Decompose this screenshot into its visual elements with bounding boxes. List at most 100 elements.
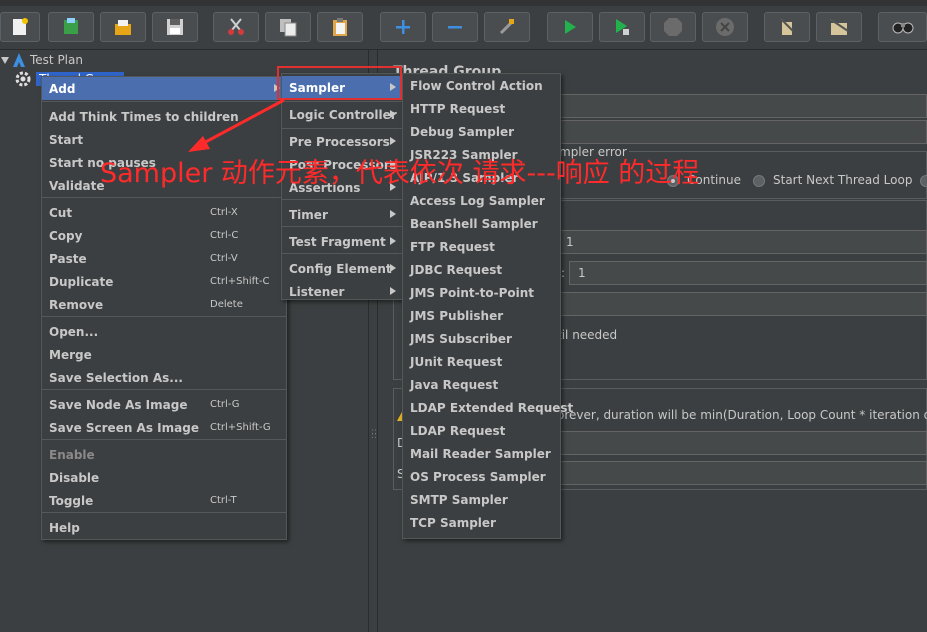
add-menu-item-listener[interactable]: Listener — [282, 280, 402, 303]
sampler-item-mail-reader-sampler[interactable]: Mail Reader Sampler — [403, 442, 560, 465]
menu-item-shortcut: Ctrl+Shift-C — [210, 276, 270, 287]
sampler-item-access-log-sampler[interactable]: Access Log Sampler — [403, 189, 560, 212]
menu-item-duplicate[interactable]: Duplicate Ctrl+Shift-C — [42, 270, 286, 293]
menu-item-label: JMS Publisher — [410, 308, 504, 323]
menu-item-label: Debug Sampler — [410, 124, 515, 139]
menu-separator — [42, 512, 286, 513]
sampler-item-debug-sampler[interactable]: Debug Sampler — [403, 120, 560, 143]
menu-item-shortcut: Delete — [210, 299, 243, 310]
toolbar-top-strip — [0, 0, 927, 6]
cut-icon[interactable] — [213, 12, 259, 42]
sampler-item-flow-control-action[interactable]: Flow Control Action — [403, 74, 560, 97]
add-menu-item-timer[interactable]: Timer — [282, 203, 402, 226]
splitter-grip-icon[interactable]: :::: — [371, 428, 377, 442]
sampler-item-jms-subscriber[interactable]: JMS Subscriber — [403, 327, 560, 350]
tree-node-test-plan[interactable]: Test Plan — [0, 51, 83, 69]
submenu-arrow-icon — [390, 110, 396, 118]
sampler-item-jms-point-to-point[interactable]: JMS Point-to-Point — [403, 281, 560, 304]
menu-item-copy[interactable]: Copy Ctrl-C — [42, 224, 286, 247]
sampler-item-tcp-sampler[interactable]: TCP Sampler — [403, 511, 560, 534]
add-menu-item-test-fragment[interactable]: Test Fragment — [282, 230, 402, 253]
menu-item-label: Listener — [289, 284, 345, 299]
menu-item-add-think-times-to-children[interactable]: Add Think Times to children — [42, 105, 286, 128]
menu-item-start[interactable]: Start — [42, 128, 286, 151]
start-icon[interactable] — [547, 12, 593, 42]
add-menu-item-pre-processors[interactable]: Pre Processors — [282, 130, 402, 153]
menu-item-shortcut: Ctrl-T — [210, 495, 237, 506]
menu-item-save-selection-as[interactable]: Save Selection As... — [42, 366, 286, 389]
menu-separator — [282, 253, 402, 254]
clear-all-icon[interactable] — [816, 12, 862, 42]
clear-icon[interactable] — [764, 12, 810, 42]
menu-separator — [42, 316, 286, 317]
sampler-item-ftp-request[interactable]: FTP Request — [403, 235, 560, 258]
duration-field[interactable] — [557, 431, 927, 455]
menu-item-label: FTP Request — [410, 239, 495, 254]
duration-note: orever, duration will be min(Duration, L… — [557, 408, 927, 422]
menu-item-shortcut: Ctrl-G — [210, 399, 240, 410]
copy-icon[interactable] — [265, 12, 311, 42]
start-next-loop-radio[interactable]: Start Next Thread Loop — [753, 173, 912, 187]
sampler-item-jms-publisher[interactable]: JMS Publisher — [403, 304, 560, 327]
menu-item-disable[interactable]: Disable — [42, 466, 286, 489]
menu-separator — [42, 197, 286, 198]
menu-item-toggle[interactable]: Toggle Ctrl-T — [42, 489, 286, 512]
sampler-item-smtp-sampler[interactable]: SMTP Sampler — [403, 488, 560, 511]
radio-icon[interactable] — [920, 174, 927, 187]
start-no-pauses-icon[interactable] — [599, 12, 645, 42]
menu-item-label: TCP Sampler — [410, 515, 496, 530]
menu-item-label: Timer — [289, 207, 328, 222]
startup-delay-field[interactable] — [557, 461, 927, 485]
next-radio[interactable] — [920, 173, 927, 187]
menu-item-save-node-as-image[interactable]: Save Node As Image Ctrl-G — [42, 393, 286, 416]
sampler-item-java-request[interactable]: Java Request — [403, 373, 560, 396]
sampler-item-ldap-extended-request[interactable]: LDAP Extended Request — [403, 396, 573, 419]
stop-icon[interactable] — [650, 12, 696, 42]
sampler-item-ldap-request[interactable]: LDAP Request — [403, 419, 560, 442]
add-menu-item-config-element[interactable]: Config Element — [282, 257, 402, 280]
menu-item-label: Start — [49, 132, 84, 147]
add-menu-item-logic-controller[interactable]: Logic Controller — [282, 103, 402, 126]
sampler-item-junit-request[interactable]: JUnit Request — [403, 350, 560, 373]
menu-item-label: Open... — [49, 324, 99, 339]
menu-separator — [42, 439, 286, 440]
menu-item-merge[interactable]: Merge — [42, 343, 286, 366]
paste-icon[interactable] — [317, 12, 363, 42]
menu-item-cut[interactable]: Cut Ctrl-X — [42, 201, 286, 224]
menu-item-label: Mail Reader Sampler — [410, 446, 551, 461]
expand-icon[interactable] — [380, 12, 426, 42]
ramp-up-label: : — [561, 266, 566, 280]
sampler-item-os-process-sampler[interactable]: OS Process Sampler — [403, 465, 560, 488]
new-icon[interactable] — [0, 12, 40, 42]
collapse-icon[interactable] — [432, 12, 478, 42]
menu-item-shortcut: Ctrl-C — [210, 230, 239, 241]
toggle-icon[interactable] — [484, 12, 530, 42]
menu-item-add[interactable]: Add — [42, 77, 286, 100]
search-icon[interactable] — [878, 12, 927, 42]
menu-item-label: Cut — [49, 205, 73, 220]
menu-item-enable[interactable]: Enable — [42, 443, 286, 466]
sampler-item-jdbc-request[interactable]: JDBC Request — [403, 258, 560, 281]
shutdown-icon[interactable] — [702, 12, 748, 42]
collapse-triangle-icon[interactable] — [1, 56, 9, 64]
sampler-item-beanshell-sampler[interactable]: BeanShell Sampler — [403, 212, 560, 235]
save-icon[interactable] — [152, 12, 198, 42]
submenu-arrow-icon — [390, 264, 396, 272]
templates-icon[interactable] — [48, 12, 94, 42]
menu-item-help[interactable]: Help — [42, 516, 286, 539]
number-of-threads-field[interactable]: 1 — [557, 230, 927, 254]
radio-icon[interactable] — [753, 174, 765, 187]
submenu-arrow-icon — [390, 210, 396, 218]
menu-item-save-screen-as-image[interactable]: Save Screen As Image Ctrl+Shift-G — [42, 416, 286, 439]
menu-item-label: Paste — [49, 251, 87, 266]
menu-item-paste[interactable]: Paste Ctrl-V — [42, 247, 286, 270]
menu-item-label: Java Request — [410, 377, 499, 392]
ramp-up-field[interactable]: 1 — [569, 261, 927, 285]
loop-count-field[interactable] — [557, 292, 927, 316]
sampler-item-http-request[interactable]: HTTP Request — [403, 97, 560, 120]
menu-item-label: JUnit Request — [410, 354, 503, 369]
open-icon[interactable] — [100, 12, 146, 42]
menu-item-open[interactable]: Open... — [42, 320, 286, 343]
menu-item-label: LDAP Extended Request — [410, 400, 574, 415]
menu-item-remove[interactable]: Remove Delete — [42, 293, 286, 316]
